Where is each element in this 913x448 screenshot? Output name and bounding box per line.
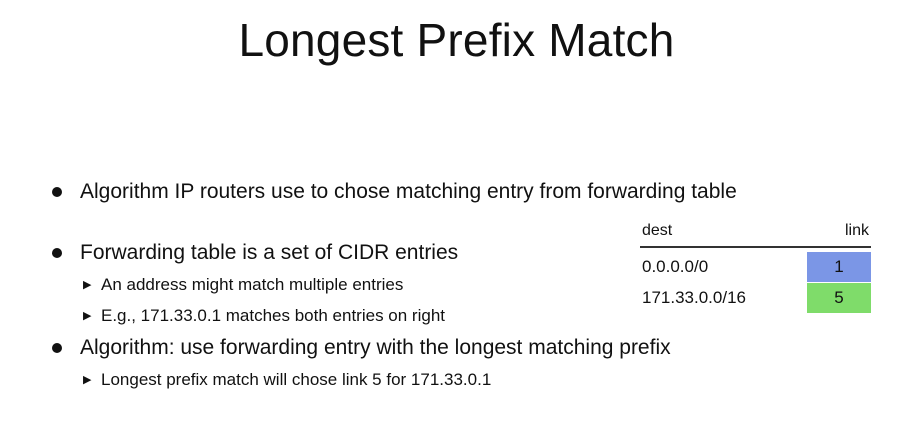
bullet-text: Forwarding table is a set of CIDR entrie… [80, 241, 459, 264]
table-row: 171.33.0.0/16 5 [640, 283, 871, 313]
table-cell-dest: 0.0.0.0/0 [642, 257, 709, 276]
table-cell-dest: 171.33.0.0/16 [642, 288, 746, 307]
table-header-link: link [844, 222, 869, 239]
slide-title: Longest Prefix Match [238, 14, 675, 66]
bullet-forwarding-table: Forwarding table is a set of CIDR entrie… [52, 240, 459, 266]
table-cell-link: 5 [807, 283, 871, 313]
sub-bullet-text: E.g., 171.33.0.1 matches both entries on… [101, 306, 445, 325]
triangle-right-icon: ▶ [83, 310, 92, 322]
bullet-longest-prefix: Algorithm: use forwarding entry with the… [52, 335, 671, 361]
table-cell-link: 1 [807, 252, 871, 282]
bullet-dot-icon [52, 248, 62, 258]
table-header-rule [640, 246, 871, 248]
sub-bullet-link-choice: ▶ Longest prefix match will chose link 5… [83, 369, 492, 391]
triangle-right-icon: ▶ [83, 374, 92, 386]
bullet-text: Algorithm: use forwarding entry with the… [80, 336, 671, 359]
bullet-dot-icon [52, 343, 62, 353]
triangle-right-icon: ▶ [83, 279, 92, 291]
sub-bullet-multiple-entries: ▶ An address might match multiple entrie… [83, 274, 404, 296]
table-header-dest: dest [642, 222, 673, 239]
bullet-text: Algorithm IP routers use to chose matchi… [80, 180, 737, 203]
table-row: 0.0.0.0/0 1 [640, 252, 871, 282]
sub-bullet-example: ▶ E.g., 171.33.0.1 matches both entries … [83, 305, 445, 327]
sub-bullet-text: An address might match multiple entries [101, 275, 404, 294]
bullet-dot-icon [52, 187, 62, 197]
sub-bullet-text: Longest prefix match will chose link 5 f… [101, 370, 492, 389]
bullet-algorithm: Algorithm IP routers use to chose matchi… [52, 179, 737, 205]
